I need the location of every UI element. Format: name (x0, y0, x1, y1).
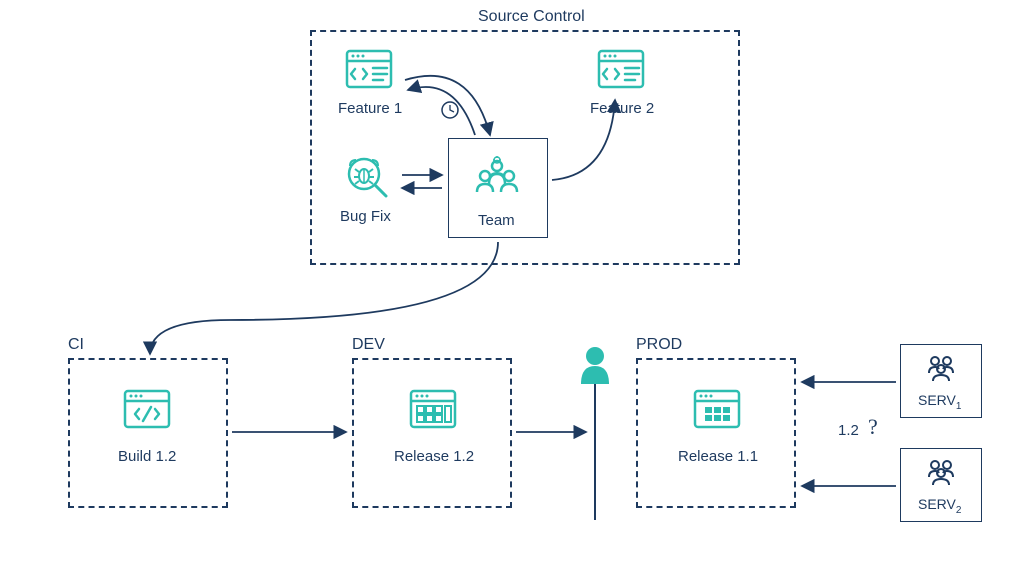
release-prod-icon (688, 384, 746, 434)
dev-label: DEV (352, 336, 385, 354)
source-control-label: Source Control (478, 8, 585, 26)
serv1-icon (922, 350, 960, 384)
feature1-icon (340, 44, 398, 94)
prod-label: PROD (636, 336, 682, 354)
bugfix-icon (340, 150, 394, 204)
build-label: Build 1.2 (118, 448, 176, 465)
feature2-label: Feature 2 (590, 100, 654, 117)
person-gate (575, 340, 615, 530)
bugfix-label: Bug Fix (340, 208, 391, 225)
pending-question: ? (868, 414, 878, 440)
release-dev-label: Release 1.2 (394, 448, 474, 465)
feature1-label: Feature 1 (338, 100, 402, 117)
release-prod-label: Release 1.1 (678, 448, 758, 465)
pending-version-label: 1.2 (838, 422, 859, 439)
team-icon (466, 150, 528, 200)
serv2-icon (922, 454, 960, 488)
serv2-label: SERV2 (918, 496, 961, 516)
serv1-label: SERV1 (918, 392, 961, 412)
ci-label: CI (68, 336, 84, 354)
team-label: Team (478, 212, 515, 229)
release-dev-icon (404, 384, 462, 434)
build-icon (118, 384, 176, 434)
feature2-icon (592, 44, 650, 94)
